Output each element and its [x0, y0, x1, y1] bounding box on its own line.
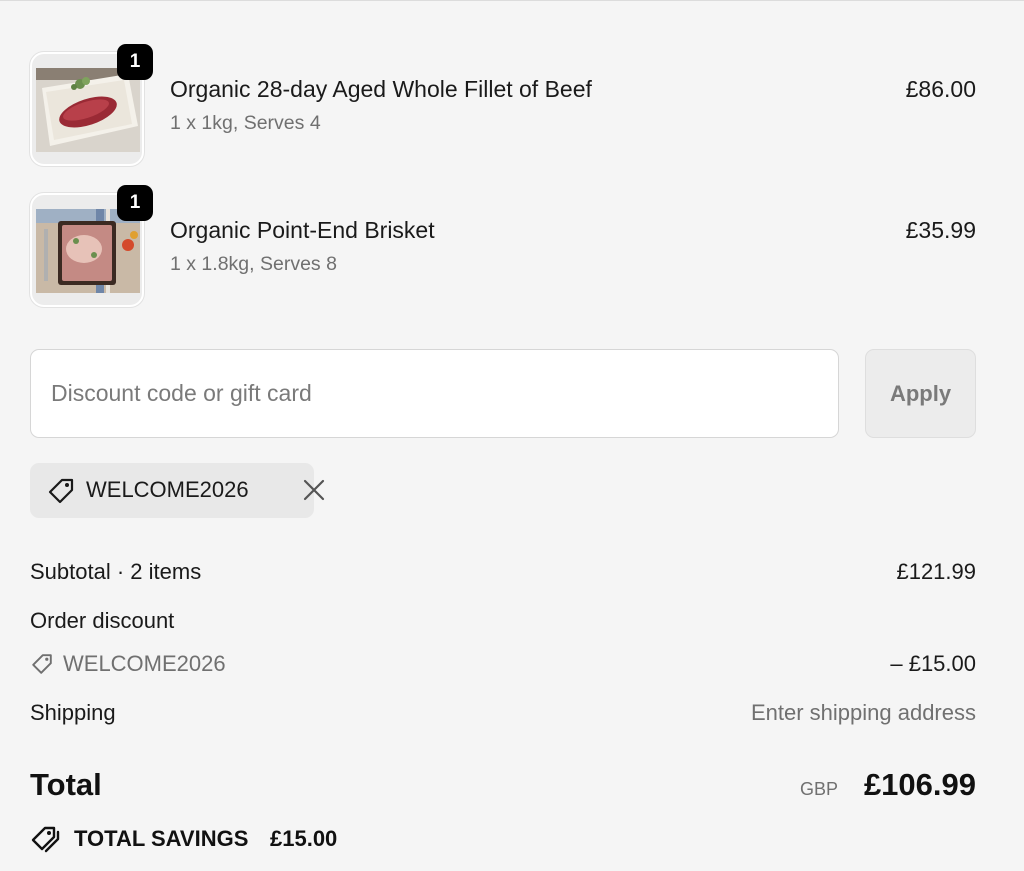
item-title: Organic 28-day Aged Whole Fillet of Beef — [170, 76, 592, 102]
item-price: £86.00 — [905, 76, 976, 102]
item-title: Organic Point-End Brisket — [170, 217, 435, 243]
remove-discount-button[interactable] — [302, 478, 326, 502]
subtotal-value: £121.99 — [896, 559, 976, 584]
quantity-badge: 1 — [117, 185, 153, 221]
product-thumbnail[interactable]: 1 — [30, 44, 153, 166]
tag-icon — [30, 652, 54, 681]
quantity-badge: 1 — [117, 44, 153, 80]
item-variant: 1 x 1.8kg, Serves 8 — [170, 253, 337, 275]
product-thumbnail[interactable]: 1 — [30, 185, 153, 307]
tags-icon — [30, 824, 62, 859]
total-savings-label: TOTAL SAVINGS — [74, 826, 249, 851]
top-divider — [0, 0, 1024, 1]
line-item: 1 Organic 28-day Aged Whole Fillet of Be… — [30, 44, 976, 166]
close-icon — [303, 479, 325, 501]
order-discount-code-text: WELCOME2026 — [63, 651, 226, 676]
total-label: Total — [30, 767, 102, 802]
order-discount-label: Order discount — [30, 608, 175, 633]
subtotal-label: Subtotal · 2 items — [30, 559, 202, 584]
item-variant: 1 x 1kg, Serves 4 — [170, 112, 321, 134]
apply-button[interactable]: Apply — [865, 349, 976, 438]
line-item: 1 Organic Point-End Brisket 1 x 1.8kg, S… — [30, 185, 976, 307]
shipping-label: Shipping — [30, 700, 116, 725]
shipping-value: Enter shipping address — [750, 700, 976, 725]
applied-code-label: WELCOME2026 — [86, 477, 249, 502]
tag-icon — [46, 476, 76, 511]
total-savings-value: £15.00 — [270, 826, 338, 851]
currency-code: GBP — [799, 779, 838, 799]
total-value: £106.99 — [863, 767, 976, 802]
applied-discount-chip: WELCOME2026 — [30, 463, 325, 518]
discount-code-input[interactable] — [30, 349, 839, 438]
item-price: £35.99 — [905, 217, 976, 243]
order-discount-value: – £15.00 — [890, 651, 976, 676]
